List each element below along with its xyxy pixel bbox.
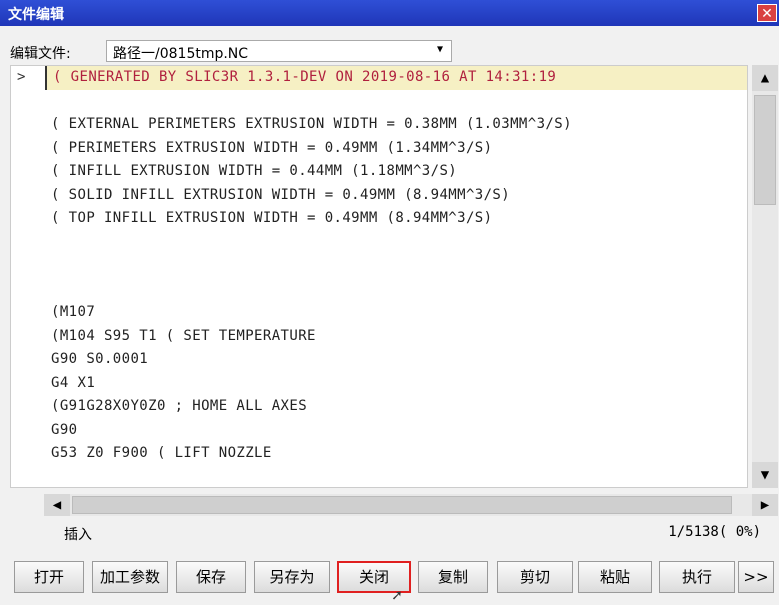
file-path: 路径一/0815tmp.NC — [113, 46, 249, 62]
close-icon[interactable]: ✕ — [757, 4, 777, 22]
paste-button[interactable]: 粘贴 — [578, 561, 652, 593]
code-line[interactable]: (M104 S95 T1 ( SET TEMPERATURE — [51, 325, 747, 349]
vertical-scroll-thumb[interactable] — [754, 95, 776, 205]
line-position: 1/5138( 0%) — [668, 524, 761, 540]
code-line[interactable]: G53 Z0 F900 ( LIFT NOZZLE — [51, 442, 747, 466]
code-line[interactable] — [51, 278, 747, 302]
horizontal-scroll-thumb[interactable] — [72, 496, 732, 514]
scroll-right-icon[interactable]: ▶ — [752, 494, 778, 516]
edit-mode: 插入 — [64, 527, 92, 543]
code-line[interactable]: G90 — [51, 419, 747, 443]
code-line[interactable]: (G91G28X0Y0Z0 ; HOME ALL AXES — [51, 395, 747, 419]
title-bar: 文件编辑 ✕ — [0, 0, 779, 26]
params-button[interactable]: 加工参数 — [92, 561, 168, 593]
code-line[interactable]: ( INFILL EXTRUSION WIDTH = 0.44MM (1.18M… — [51, 160, 747, 184]
file-label: 编辑文件: — [10, 46, 71, 62]
horizontal-scrollbar[interactable]: ◀ ▶ — [44, 494, 778, 516]
more-button[interactable]: >> — [738, 561, 774, 593]
file-select[interactable]: 路径一/0815tmp.NC ▼ — [106, 40, 452, 62]
chevron-down-icon[interactable]: ▼ — [437, 44, 443, 55]
scroll-left-icon[interactable]: ◀ — [44, 494, 70, 516]
window-title: 文件编辑 — [8, 7, 64, 23]
code-line[interactable]: G90 S0.0001 — [51, 348, 747, 372]
code-editor[interactable]: > ( GENERATED BY SLIC3R 1.3.1-DEV ON 201… — [10, 65, 748, 488]
code-line[interactable] — [51, 90, 747, 114]
save-button[interactable]: 保存 — [176, 561, 246, 593]
editor-lines: ( GENERATED BY SLIC3R 1.3.1-DEV ON 2019-… — [45, 66, 747, 466]
code-line[interactable] — [51, 254, 747, 278]
save-as-button[interactable]: 另存为 — [254, 561, 330, 593]
code-line[interactable] — [51, 231, 747, 255]
code-line[interactable]: G4 X1 — [51, 372, 747, 396]
run-button[interactable]: 执行 — [659, 561, 735, 593]
file-bar: 编辑文件: 路径一/0815tmp.NC ▼ — [0, 40, 779, 64]
code-line[interactable]: ( SOLID INFILL EXTRUSION WIDTH = 0.49MM … — [51, 184, 747, 208]
scroll-down-icon[interactable]: ▼ — [752, 462, 778, 488]
vertical-scrollbar[interactable]: ▲ ▼ — [752, 65, 778, 488]
cut-button[interactable]: 剪切 — [497, 561, 573, 593]
current-line-marker: > — [17, 69, 26, 85]
code-line[interactable]: (M107 — [51, 301, 747, 325]
code-line[interactable]: ( PERIMETERS EXTRUSION WIDTH = 0.49MM (1… — [51, 137, 747, 161]
code-line[interactable]: ( TOP INFILL EXTRUSION WIDTH = 0.49MM (8… — [51, 207, 747, 231]
status-bar: 插入 1/5138( 0%) — [0, 520, 779, 544]
copy-button[interactable]: 复制 — [418, 561, 488, 593]
scroll-up-icon[interactable]: ▲ — [752, 65, 778, 91]
code-line-current[interactable]: ( GENERATED BY SLIC3R 1.3.1-DEV ON 2019-… — [45, 66, 747, 90]
open-button[interactable]: 打开 — [14, 561, 84, 593]
code-line[interactable]: ( EXTERNAL PERIMETERS EXTRUSION WIDTH = … — [51, 113, 747, 137]
bottom-toolbar: 打开 加工参数 保存 另存为 关闭 复制 剪切 粘贴 执行 >> — [0, 553, 779, 604]
